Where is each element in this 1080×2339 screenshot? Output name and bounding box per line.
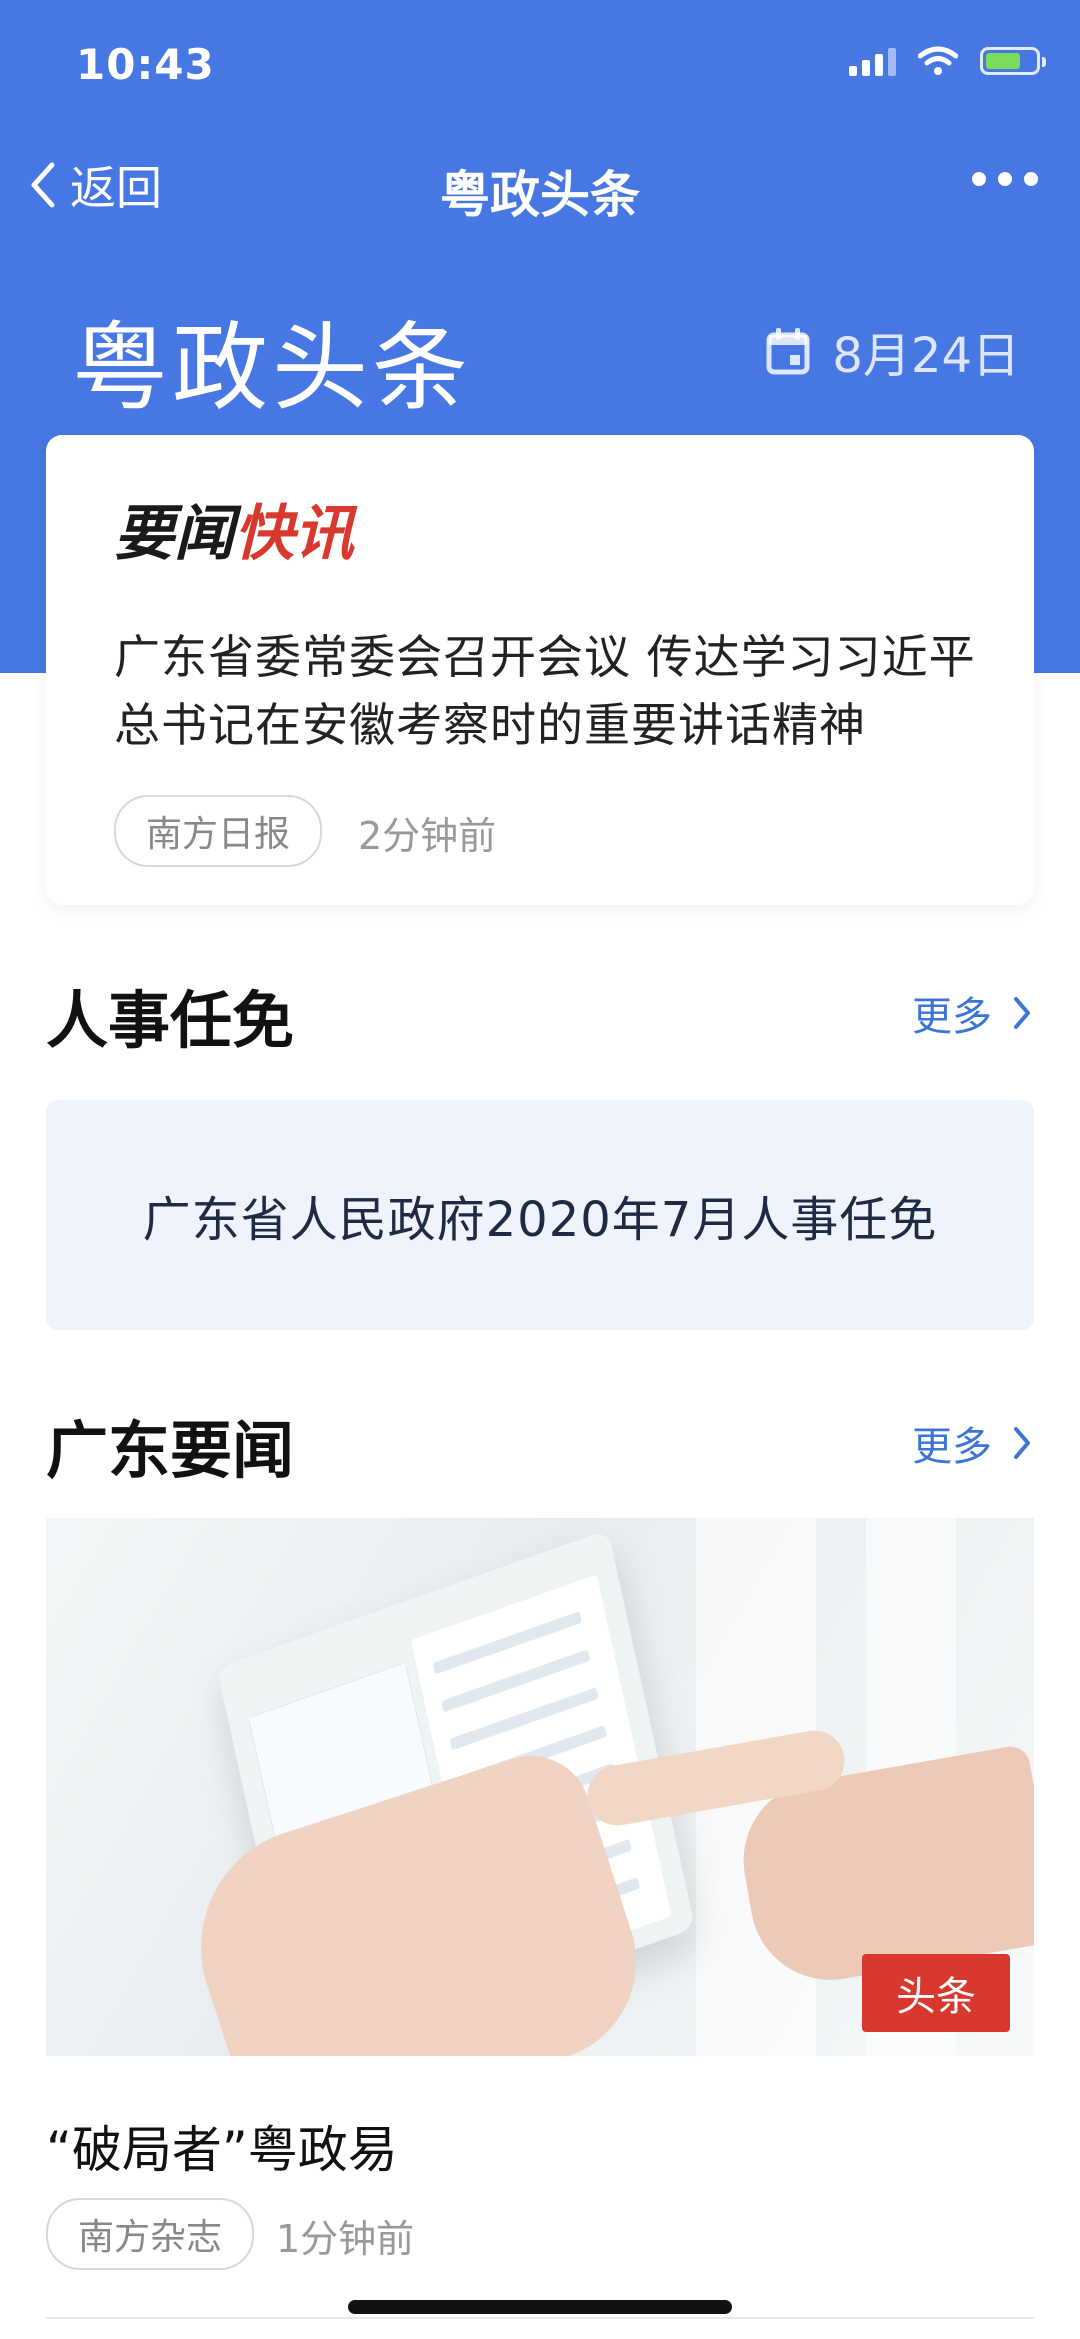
divider [46,2317,1034,2319]
more-link-guangdong-news[interactable]: 更多 [912,1414,1032,1472]
heading-part-black: 要闻 [114,499,234,569]
signal-icon [849,46,896,76]
wifi-icon [918,46,958,75]
section-title-guangdong-news: 广东要闻 [46,1414,295,1487]
flash-news-card[interactable]: 要闻快讯 广东省委常委会召开会议 传达学习习近平总书记在安徽考察时的重要讲话精神… [46,435,1034,905]
date-display: 8月24日 [766,316,1020,386]
more-dots-icon[interactable] [972,172,1038,186]
chevron-right-icon [1014,1427,1030,1459]
status-icons [849,46,1046,76]
personnel-item[interactable]: 广东省人民政府2020年7月人事任免 [46,1100,1034,1330]
flash-news-heading: 要闻快讯 [114,485,354,572]
section-title-personnel: 人事任免 [46,984,295,1057]
calendar-icon [766,328,810,375]
nav-title: 粤政头条 [440,166,640,224]
status-time: 10:43 [76,40,215,89]
page-title: 粤政头条 [72,312,472,424]
source-tag: 南方日报 [114,795,323,867]
article-title[interactable]: “破局者”粤政易 [46,2110,398,2182]
more-link-personnel[interactable]: 更多 [912,984,1032,1042]
flash-news-headline[interactable]: 广东省委常委会召开会议 传达学习习近平总书记在安徽考察时的重要讲话精神 [114,623,984,759]
article-image[interactable]: 头条 [46,1518,1034,2056]
more-label: 更多 [912,994,992,1040]
source-tag: 南方杂志 [46,2198,255,2270]
chevron-right-icon [1014,997,1030,1029]
battery-icon [980,47,1046,75]
date-text: 8月24日 [832,328,1020,384]
publish-time: 1分钟前 [276,2217,415,2261]
heading-part-red: 快讯 [234,499,354,569]
home-indicator[interactable] [348,2300,732,2314]
publish-time: 2分钟前 [358,814,497,858]
more-label: 更多 [912,1424,992,1470]
headline-badge: 头条 [862,1954,1010,2032]
